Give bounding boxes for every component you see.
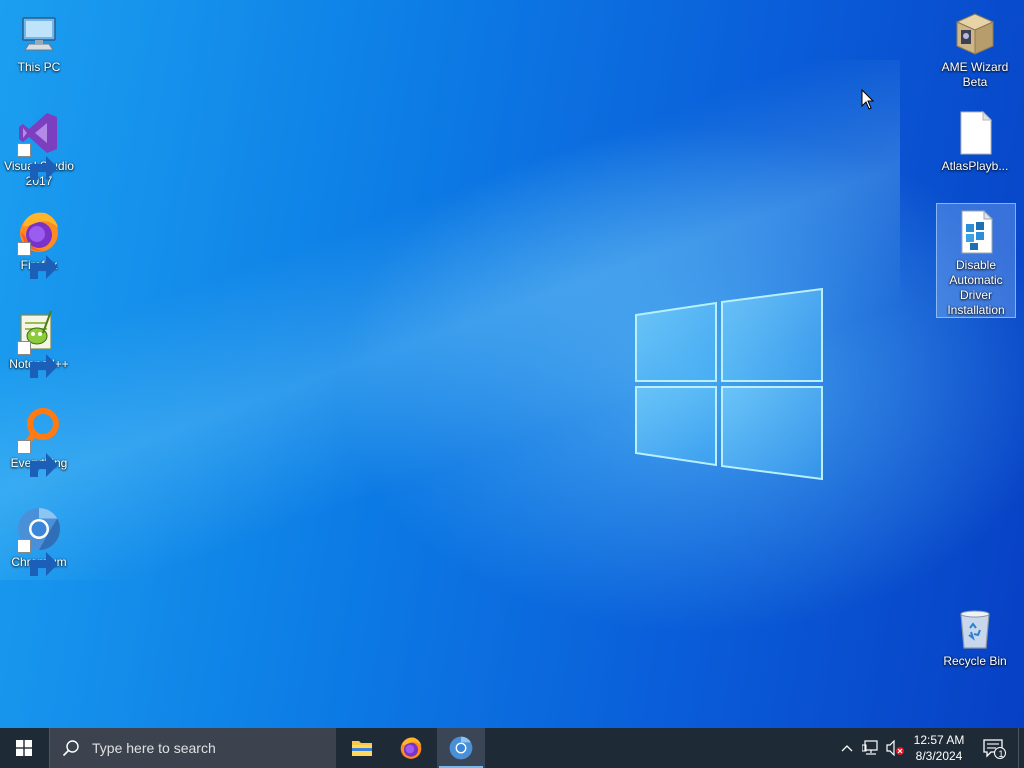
recycle-bin-icon	[951, 604, 999, 652]
shortcut-arrow-icon	[17, 539, 58, 576]
start-button[interactable]	[0, 728, 48, 768]
chevron-up-icon	[841, 745, 853, 752]
chromium-icon	[449, 736, 473, 760]
ame-wizard-icon	[951, 10, 999, 58]
file-explorer-icon	[352, 741, 372, 756]
desktop-icon-label: AME Wizard Beta	[941, 60, 1009, 89]
network-icon	[862, 740, 878, 755]
show-hidden-icons-button[interactable]	[838, 728, 856, 768]
search-input[interactable]	[90, 739, 314, 757]
taskbar-clock[interactable]: 12:57 AM 8/3/2024	[900, 728, 978, 768]
action-center-button[interactable]: 1	[978, 728, 1010, 768]
registry-file-icon	[952, 208, 1000, 256]
everything-icon	[15, 406, 63, 477]
desktop-icon-chromium[interactable]: Chromium	[0, 501, 78, 576]
visual-studio-icon	[15, 109, 63, 180]
firefox-icon	[15, 208, 63, 279]
clock-time: 12:57 AM	[913, 733, 965, 747]
desktop-icon-ame-wizard[interactable]: AME Wizard Beta	[936, 6, 1014, 90]
desktop-icon-firefox[interactable]: Firefox	[0, 204, 78, 279]
taskbar-firefox[interactable]	[387, 728, 435, 768]
shortcut-arrow-icon	[17, 440, 58, 477]
windows-start-icon	[16, 740, 32, 756]
taskbar-chromium[interactable]	[437, 728, 485, 768]
notepad-plus-plus-icon	[15, 307, 63, 378]
mouse-cursor-icon	[861, 89, 875, 110]
desktop-icon-label: Disable Automatic Driver Installation	[947, 258, 1005, 317]
desktop-icon-notepad-plus-plus[interactable]: Notepad++	[0, 303, 78, 378]
firefox-icon	[400, 737, 422, 759]
desktop-icon-this-pc[interactable]: This PC	[0, 6, 78, 75]
desktop-icon-label: Recycle Bin	[943, 654, 1007, 668]
windows-logo-wallpaper	[635, 287, 823, 481]
shortcut-arrow-icon	[17, 242, 58, 279]
taskbar: 12:57 AM 8/3/2024 1	[0, 728, 1024, 768]
desktop-icon-visual-studio[interactable]: Visual Studio 2017	[0, 105, 78, 189]
file-icon	[951, 109, 999, 157]
desktop-icon-everything[interactable]: Everything	[0, 402, 78, 477]
search-icon	[62, 740, 79, 757]
taskbar-file-explorer[interactable]	[338, 728, 386, 768]
desktop-icon-disable-automatic-driver-installation[interactable]: Disable Automatic Driver Installation	[936, 203, 1016, 318]
desktop-icon-label: AtlasPlayb...	[941, 159, 1009, 173]
clock-date: 8/3/2024	[915, 749, 963, 763]
desktop-icon-label: This PC	[17, 60, 61, 74]
notification-count-badge: 1	[998, 749, 1004, 759]
desktop-icon-atlasplayb[interactable]: AtlasPlayb...	[936, 105, 1014, 174]
this-pc-icon	[15, 10, 63, 58]
taskbar-search-box[interactable]	[49, 728, 336, 768]
show-desktop-button[interactable]	[1018, 728, 1024, 768]
chromium-icon	[15, 505, 63, 576]
network-tray-button[interactable]	[860, 728, 882, 768]
shortcut-arrow-icon	[17, 143, 58, 180]
desktop-icon-recycle-bin[interactable]: Recycle Bin	[936, 600, 1014, 669]
shortcut-arrow-icon	[17, 341, 58, 378]
